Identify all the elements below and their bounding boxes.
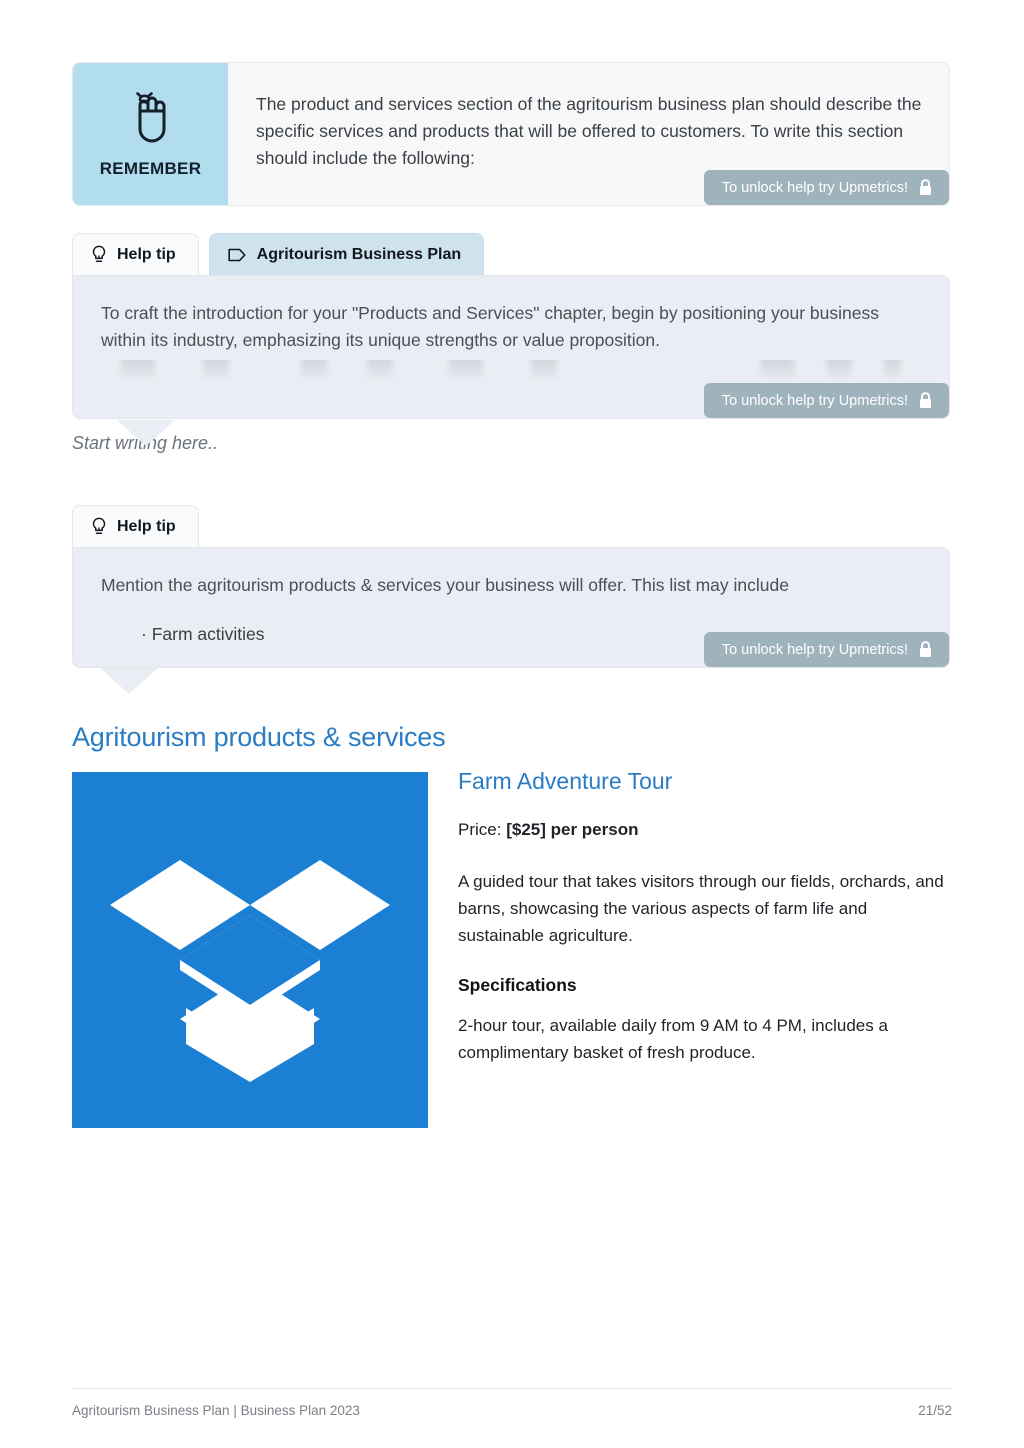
tag-icon xyxy=(228,248,247,262)
help-tip-two-pointer xyxy=(100,668,158,694)
lock-icon xyxy=(918,641,933,658)
help-tip-one-blurred-line xyxy=(101,360,921,382)
unlock-upmetrics-badge[interactable]: To unlock help try Upmetrics! xyxy=(703,632,949,667)
unlock-badge-label: To unlock help try Upmetrics! xyxy=(721,641,908,658)
tab-help-tip[interactable]: Help tip xyxy=(72,233,199,275)
hand-string-reminder-icon xyxy=(124,89,178,151)
unlock-upmetrics-badge[interactable]: To unlock help try Upmetrics! xyxy=(703,170,949,205)
help-tip-panel-one: Help tip Agritourism Business Plan To cr… xyxy=(72,233,950,446)
tab-agritourism-business-plan-label: Agritourism Business Plan xyxy=(256,245,462,263)
unlock-upmetrics-badge[interactable]: To unlock help try Upmetrics! xyxy=(703,383,949,418)
product-title: Farm Adventure Tour xyxy=(458,768,673,794)
product-price: Price: [$25] per person xyxy=(458,817,950,842)
tab-help-tip-label: Help tip xyxy=(117,517,176,535)
remember-text: The product and services section of the … xyxy=(256,94,922,168)
remember-callout: REMEMBER The product and services sectio… xyxy=(72,62,950,206)
product-price-label: Price: xyxy=(458,820,502,839)
unlock-badge-label: To unlock help try Upmetrics! xyxy=(721,392,908,409)
lightbulb-icon xyxy=(91,517,107,537)
help-tip-one-tabs: Help tip Agritourism Business Plan xyxy=(72,233,950,275)
lock-icon xyxy=(918,392,933,409)
lock-icon xyxy=(918,179,933,196)
help-tip-one-body: To craft the introduction for your "Prod… xyxy=(72,275,950,419)
product-specifications-heading: Specifications xyxy=(458,975,577,995)
product-price-value: [$25] per person xyxy=(506,820,639,839)
dropbox-logo xyxy=(72,772,428,1128)
document-page: REMEMBER The product and services sectio… xyxy=(0,0,1024,1448)
unlock-badge-label: To unlock help try Upmetrics! xyxy=(721,179,908,196)
footer-document-title: Agritourism Business Plan | Business Pla… xyxy=(72,1403,360,1418)
product-description: A guided tour that takes visitors throug… xyxy=(458,872,944,945)
help-tip-two-text: Mention the agritourism products & servi… xyxy=(101,575,789,595)
tab-help-tip[interactable]: Help tip xyxy=(72,505,199,547)
remember-badge-panel: REMEMBER xyxy=(73,63,228,205)
lightbulb-icon xyxy=(91,245,107,265)
help-tip-two-tabs: Help tip xyxy=(72,505,950,547)
page-title: Agritourism products & services xyxy=(72,722,446,753)
product-specifications-text: 2-hour tour, available daily from 9 AM t… xyxy=(458,1016,888,1062)
page-footer: Agritourism Business Plan | Business Pla… xyxy=(72,1388,952,1418)
help-tip-one-pointer xyxy=(117,420,175,446)
tab-agritourism-business-plan[interactable]: Agritourism Business Plan xyxy=(208,233,485,275)
remember-label: REMEMBER xyxy=(99,159,202,178)
help-tip-two-body: Mention the agritourism products & servi… xyxy=(72,547,950,668)
footer-page-number: 21/52 xyxy=(918,1403,952,1418)
tab-help-tip-label: Help tip xyxy=(117,245,176,263)
remember-body: The product and services section of the … xyxy=(228,63,949,205)
help-tip-one-text: To craft the introduction for your "Prod… xyxy=(101,303,879,350)
product-details: Farm Adventure Tour Price: [$25] per per… xyxy=(458,768,950,1066)
help-tip-panel-two: Help tip Mention the agritourism product… xyxy=(72,505,950,694)
